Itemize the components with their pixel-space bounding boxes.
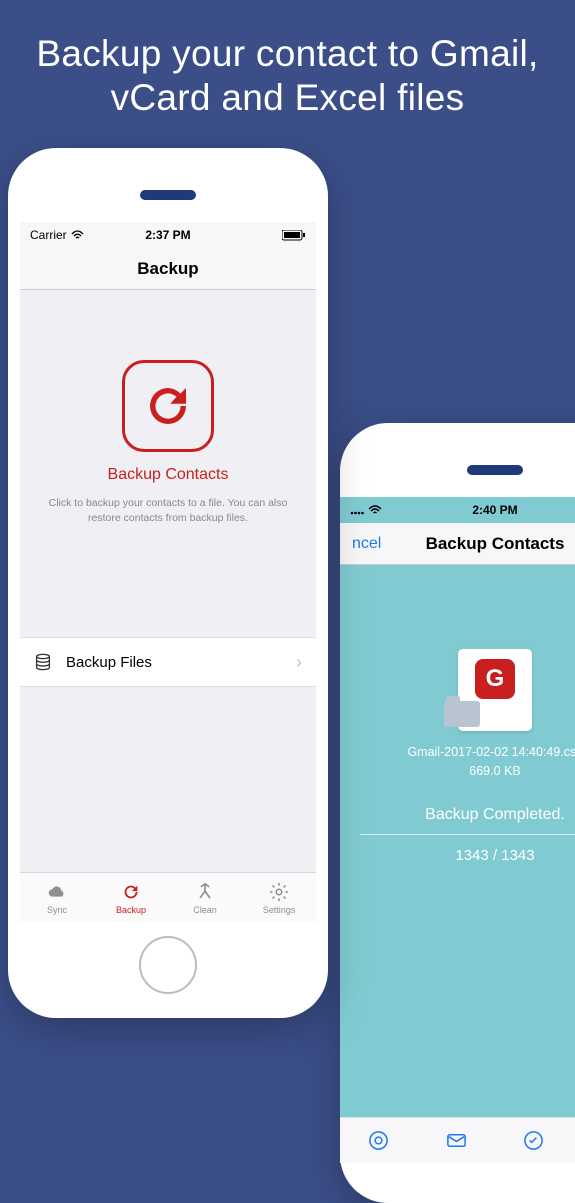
refresh-icon [120,881,142,903]
phone-frame-backup-result: 2:40 PM ncel Backup Contacts Backup G Gm… [340,423,575,1203]
hero-section: Backup Contacts Click to backup your con… [20,290,316,555]
nav-bar: Backup [20,248,316,290]
refresh-icon [141,379,195,433]
chevron-right-icon: › [296,652,302,673]
nav-title: Backup Contacts [426,534,565,554]
row-label: Backup Files [66,654,152,671]
tab-label: Sync [47,905,67,915]
status-time: 2:40 PM [472,503,517,517]
file-name: Gmail-2017-02-02 14:40:49.csv [340,745,575,759]
wifi-icon [368,505,382,515]
status-time: 2:37 PM [145,228,190,242]
backup-progress: 1343 / 1343 [340,847,575,864]
nav-title: Backup [137,259,198,279]
tab-clean[interactable]: Clean [168,873,242,922]
battery-icon [282,230,306,241]
folder-icon [444,701,480,727]
marketing-headline: Backup your contact to Gmail, vCard and … [0,0,575,139]
hero-description: Click to backup your contacts to a file.… [38,496,298,525]
backup-contacts-icon[interactable] [122,360,214,452]
files-stack-icon [32,651,54,673]
tab-sync[interactable]: Sync [20,873,94,922]
tab-label: Settings [263,905,296,915]
cloud-icon [46,881,68,903]
wifi-icon [71,230,84,240]
home-button[interactable] [139,936,197,994]
backup-status: Backup Completed. [340,806,575,824]
hero-title: Backup Contacts [38,466,298,484]
phone-frame-main: Carrier 2:37 PM Backup Backup Contacts C… [8,148,328,1018]
tab-label: Clean [193,905,217,915]
gmail-g-icon: G [475,659,515,699]
tab-bar: Sync Backup Clean Settings [20,872,316,922]
cancel-button[interactable]: ncel [352,535,381,553]
tab-settings[interactable]: Settings [242,873,316,922]
bottom-toolbar [340,1117,575,1163]
phone-speaker [467,465,523,475]
carrier-label: Carrier [30,228,67,242]
file-size: 669.0 KB [340,764,575,778]
tab-label: Backup [116,905,146,915]
toolbar-item-1[interactable] [340,1118,418,1163]
gear-icon [268,881,290,903]
toolbar-item-3[interactable] [495,1118,573,1163]
merge-icon [194,881,216,903]
file-icon: G [458,649,532,731]
toolbar-item-mail[interactable] [418,1118,496,1163]
divider [360,834,575,835]
phone-speaker [140,190,196,200]
backup-files-row[interactable]: Backup Files › [20,637,316,687]
signal-icon [350,505,364,515]
status-bar: Carrier 2:37 PM [20,222,316,248]
status-bar: 2:40 PM [340,497,575,523]
tab-backup[interactable]: Backup [94,873,168,922]
nav-bar: ncel Backup Contacts Backup [340,523,575,565]
